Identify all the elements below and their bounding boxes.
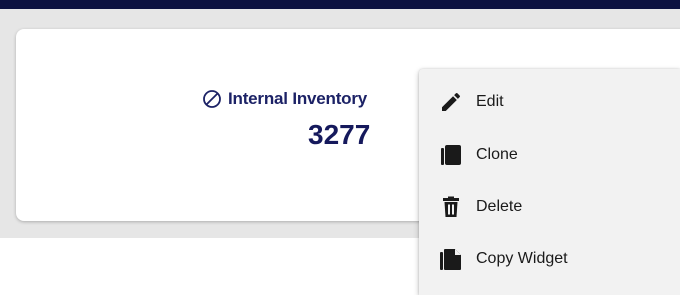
- widget-title-row: Internal Inventory: [202, 89, 367, 109]
- top-navigation-bar: [0, 0, 680, 9]
- disabled-circle-icon: [202, 89, 222, 109]
- trash-icon: [439, 195, 463, 219]
- widget-value: 3277: [308, 119, 371, 150]
- menu-item-delete[interactable]: Delete: [419, 182, 680, 232]
- clone-icon: [439, 143, 463, 167]
- file-copy-icon: [439, 247, 463, 271]
- menu-item-label: Edit: [476, 93, 504, 110]
- widget-context-menu: Edit Clone Delete Copy Widget: [419, 69, 680, 295]
- menu-item-label: Copy Widget: [476, 250, 568, 267]
- menu-item-edit[interactable]: Edit: [419, 77, 680, 127]
- menu-item-copy-widget[interactable]: Copy Widget: [419, 234, 680, 284]
- menu-item-clone[interactable]: Clone: [419, 130, 680, 180]
- menu-item-label: Delete: [476, 198, 523, 215]
- menu-item-label: Clone: [476, 146, 518, 163]
- pencil-icon: [439, 90, 463, 114]
- widget-title: Internal Inventory: [228, 89, 368, 108]
